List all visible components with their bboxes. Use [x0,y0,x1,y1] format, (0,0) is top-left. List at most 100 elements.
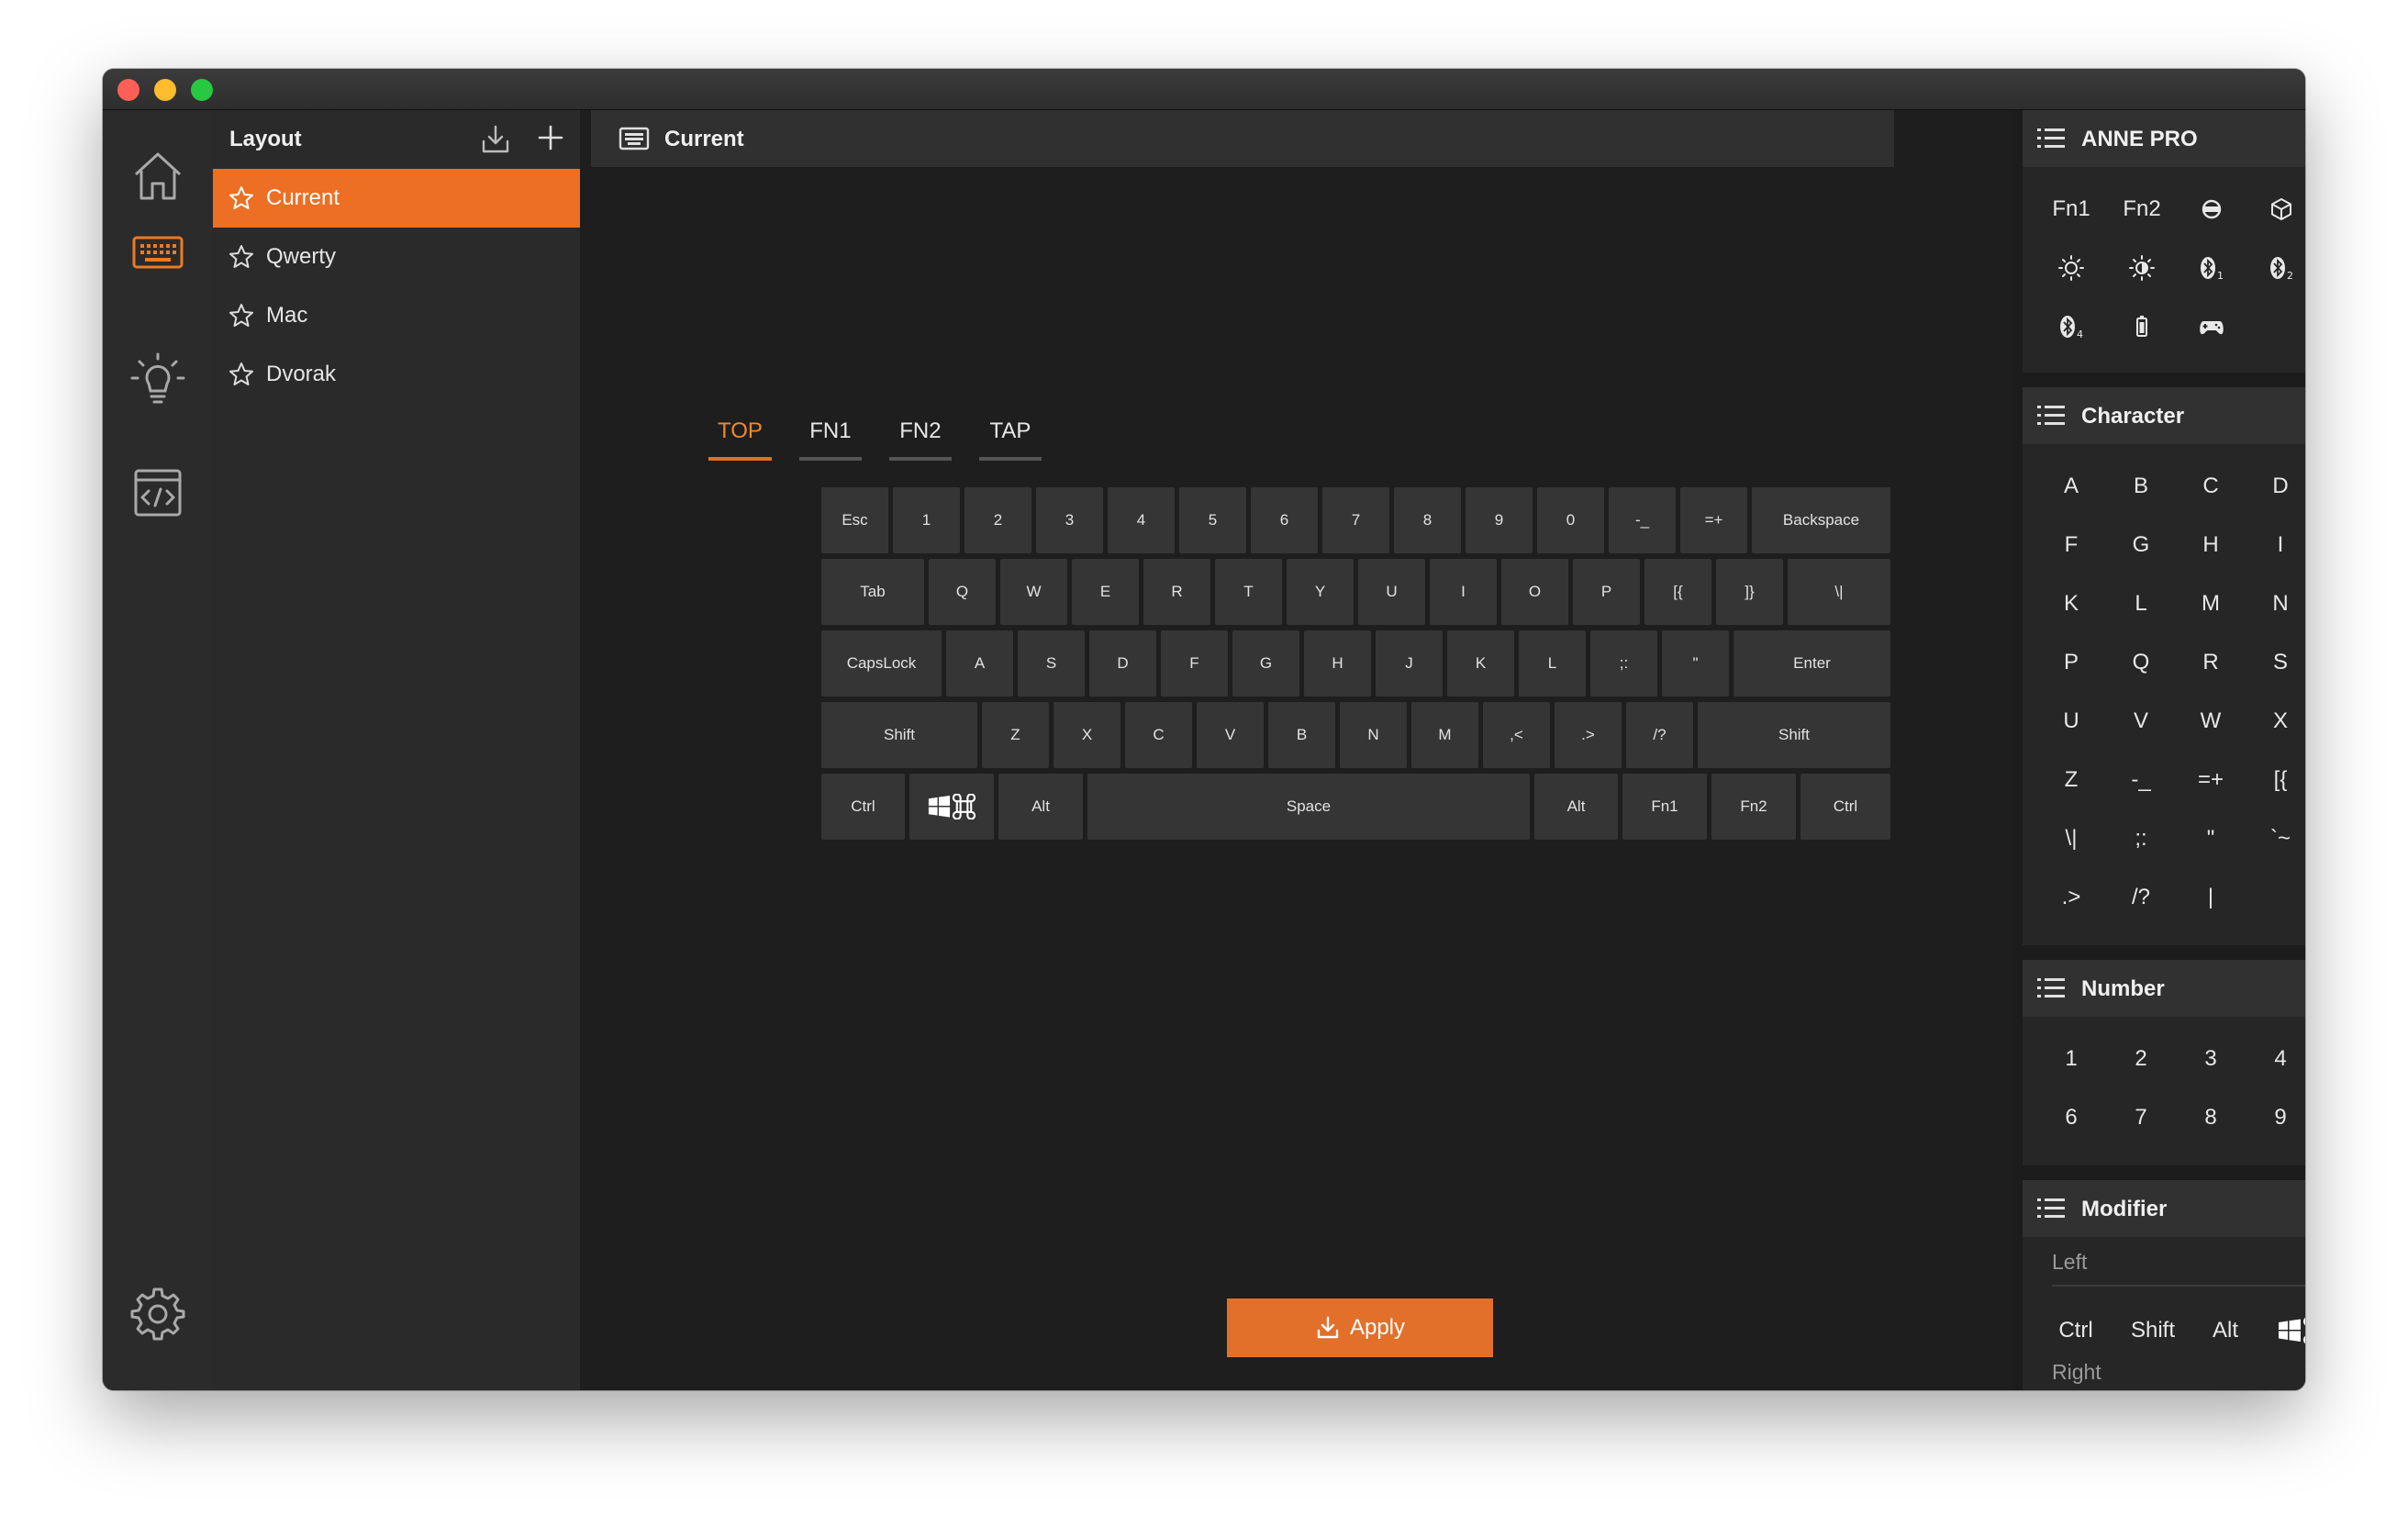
character-key[interactable]: [{ [2246,751,2305,809]
character-key[interactable]: " [2176,809,2246,868]
modifier-shift[interactable]: Shift [2114,1301,2191,1360]
character-key[interactable]: V [2106,692,2176,751]
key-8[interactable]: 8 [1394,487,1461,553]
cube-key[interactable] [2246,180,2305,239]
key-1[interactable]: 1 [893,487,960,553]
key-e[interactable]: E [1072,559,1139,625]
number-key[interactable]: 9 [2246,1088,2305,1147]
key-capslock[interactable]: CapsLock [821,630,942,697]
light-bulb-icon[interactable] [128,351,187,409]
modifier-alt[interactable]: Alt [2193,1301,2258,1360]
character-key[interactable]: Z [2036,751,2106,809]
key-fn1[interactable]: Fn1 [1622,774,1707,840]
key-i[interactable]: I [1430,559,1497,625]
character-key[interactable]: C [2176,457,2246,516]
key-o[interactable]: O [1501,559,1568,625]
key-backspace[interactable]: Backspace [1752,487,1890,553]
character-key[interactable]: `~ [2246,809,2305,868]
key-fn2[interactable]: Fn2 [1711,774,1796,840]
key-tab[interactable]: Tab [821,559,924,625]
character-key[interactable]: U [2036,692,2106,751]
character-key[interactable]: ;: [2106,809,2176,868]
key-m[interactable]: M [1411,702,1478,768]
character-key[interactable]: F [2036,516,2106,574]
character-key[interactable]: .> [2036,868,2106,927]
key-enter[interactable]: Enter [1734,630,1890,697]
key-7[interactable]: 7 [1322,487,1389,553]
key-win-cmd[interactable] [909,774,994,840]
key-equals[interactable]: =+ [1680,487,1747,553]
key-comma[interactable]: ,< [1483,702,1550,768]
brightness-mode-key[interactable] [2107,239,2177,297]
key-x[interactable]: X [1054,702,1120,768]
character-key[interactable]: D [2246,457,2305,516]
key-2[interactable]: 2 [964,487,1031,553]
number-key[interactable]: 7 [2106,1088,2176,1147]
key-d[interactable]: D [1089,630,1156,697]
character-key[interactable]: R [2176,633,2246,692]
character-key[interactable]: /? [2106,868,2176,927]
character-key[interactable]: K [2036,574,2106,633]
tab-fn1[interactable]: FN1 [798,413,862,461]
import-icon[interactable] [479,123,512,156]
character-key[interactable]: L [2106,574,2176,633]
key-0[interactable]: 0 [1537,487,1604,553]
key-c[interactable]: C [1125,702,1192,768]
key-open-bracket[interactable]: [{ [1644,559,1711,625]
layout-item-dvorak[interactable]: Dvorak [213,345,580,404]
character-key[interactable]: W [2176,692,2246,751]
home-icon[interactable] [128,147,187,206]
key-w[interactable]: W [1000,559,1067,625]
maximize-window-button[interactable] [191,79,213,101]
character-key[interactable]: M [2176,574,2246,633]
number-key[interactable]: 3 [2176,1030,2246,1088]
key-a[interactable]: A [946,630,1013,697]
key-3[interactable]: 3 [1036,487,1103,553]
key-quote[interactable]: " [1662,630,1729,697]
character-key[interactable]: | [2176,868,2246,927]
character-key[interactable]: I [2246,516,2305,574]
character-key[interactable]: G [2106,516,2176,574]
add-layout-icon[interactable] [534,121,567,154]
number-key[interactable]: 8 [2176,1088,2246,1147]
key-u[interactable]: U [1358,559,1425,625]
layout-item-mac[interactable]: Mac [213,286,580,345]
settings-gear-icon[interactable] [128,1284,187,1343]
tab-top[interactable]: TOP [708,413,772,461]
tab-tap[interactable]: TAP [978,413,1042,461]
key-5[interactable]: 5 [1179,487,1246,553]
character-key[interactable]: =+ [2176,751,2246,809]
battery-key[interactable] [2107,297,2177,356]
fn2-key[interactable]: Fn2 [2107,180,2177,239]
gamepad-key[interactable] [2177,297,2246,356]
key-z[interactable]: Z [982,702,1049,768]
key-v[interactable]: V [1197,702,1264,768]
character-key[interactable]: \| [2036,809,2106,868]
key-slash[interactable]: /? [1626,702,1693,768]
character-key[interactable]: B [2106,457,2176,516]
modifier-ctrl[interactable]: Ctrl [2039,1301,2113,1360]
character-key[interactable]: -_ [2106,751,2176,809]
key-right-ctrl[interactable]: Ctrl [1800,774,1890,840]
key-y[interactable]: Y [1287,559,1354,625]
bluetooth-4-key[interactable]: 4 [2036,297,2106,356]
character-key[interactable]: H [2176,516,2246,574]
brightness-up-key[interactable] [2036,239,2106,297]
character-key[interactable]: X [2246,692,2305,751]
layout-item-qwerty[interactable]: Qwerty [213,228,580,286]
character-key[interactable]: A [2036,457,2106,516]
key-close-bracket[interactable]: ]} [1716,559,1783,625]
character-key[interactable]: S [2246,633,2305,692]
key-b[interactable]: B [1268,702,1335,768]
key-q[interactable]: Q [929,559,996,625]
key-k[interactable]: K [1447,630,1514,697]
key-minus[interactable]: -_ [1609,487,1676,553]
key-f[interactable]: F [1161,630,1228,697]
layout-item-current[interactable]: Current [213,169,580,228]
close-window-button[interactable] [117,79,139,101]
fn1-key[interactable]: Fn1 [2036,180,2106,239]
number-key[interactable]: 2 [2106,1030,2176,1088]
apply-button[interactable]: Apply [1227,1299,1493,1357]
key-esc[interactable]: Esc [821,487,888,553]
keyboard-icon[interactable] [128,223,187,282]
